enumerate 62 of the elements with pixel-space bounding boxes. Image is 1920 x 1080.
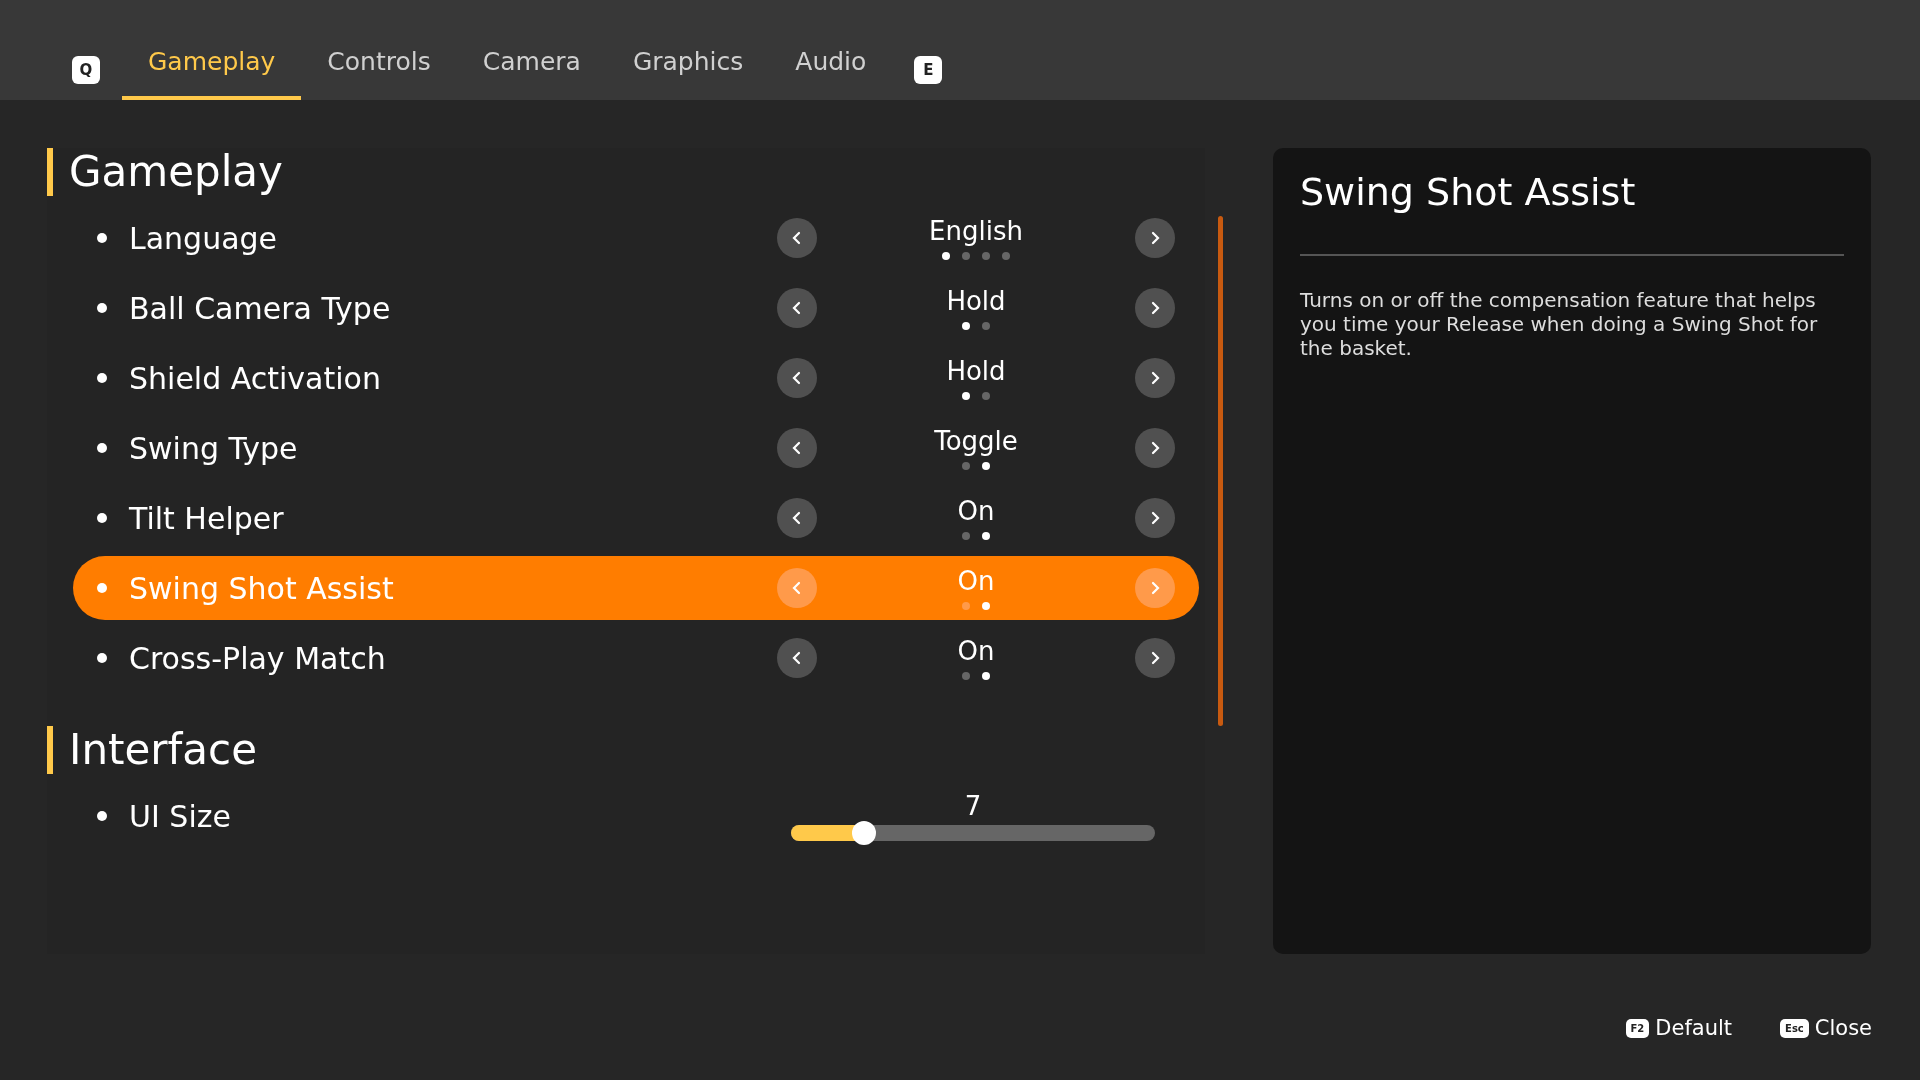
setting-value: On	[957, 496, 995, 526]
next-option-button[interactable]	[1135, 218, 1175, 258]
setting-row[interactable]: Language English	[73, 206, 1199, 270]
action-label: Default	[1655, 1016, 1733, 1040]
section-title: Gameplay	[47, 148, 1205, 196]
bullet-icon	[97, 373, 107, 383]
footer-action[interactable]: Esc Close	[1780, 1016, 1872, 1040]
scrollbar[interactable]	[1218, 216, 1223, 726]
bullet-icon	[97, 811, 107, 821]
key-hint: E	[914, 56, 943, 84]
detail-title: Swing Shot Assist	[1300, 170, 1844, 256]
setting-value: English	[929, 216, 1023, 246]
key-hint: F2	[1625, 1018, 1650, 1038]
bullet-icon	[97, 583, 107, 593]
setting-row[interactable]: Cross-Play Match On	[73, 626, 1199, 690]
previous-option-button[interactable]	[777, 358, 817, 398]
previous-option-button[interactable]	[777, 218, 817, 258]
previous-option-button[interactable]	[777, 288, 817, 328]
bullet-icon	[97, 513, 107, 523]
bullet-icon	[97, 653, 107, 663]
setting-label: Shield Activation	[129, 360, 381, 396]
detail-description: Turns on or off the compensation feature that helps you time your Release when doing a Swing Shot for the basket.	[1300, 288, 1819, 360]
tab[interactable]: Gameplay	[122, 40, 302, 100]
bullet-icon	[97, 303, 107, 313]
tab[interactable]: Controls	[301, 40, 457, 100]
tab[interactable]: Graphics	[606, 40, 770, 100]
next-option-button[interactable]	[1135, 288, 1175, 328]
bullet-icon	[97, 443, 107, 453]
key-hint: Esc	[1780, 1018, 1809, 1038]
footer-action[interactable]: F2 Default	[1625, 1016, 1733, 1040]
tab[interactable]: Camera	[456, 40, 607, 100]
setting-row[interactable]: Swing Type Toggle	[73, 416, 1199, 480]
setting-row[interactable]: Tilt Helper On	[73, 486, 1199, 550]
slider-value: 7	[964, 791, 982, 821]
setting-label: Tilt Helper	[129, 500, 284, 536]
setting-label: Swing Shot Assist	[129, 570, 394, 606]
setting-row[interactable]: Ball Camera Type Hold	[73, 276, 1199, 340]
setting-label: Swing Type	[129, 430, 298, 466]
section-title: Interface	[47, 726, 1205, 774]
key-hint: Q	[72, 56, 100, 84]
previous-option-button[interactable]	[777, 638, 817, 678]
setting-value: Toggle	[934, 426, 1018, 456]
setting-value: On	[957, 636, 995, 666]
setting-value: Hold	[946, 286, 1006, 316]
previous-option-button[interactable]	[777, 498, 817, 538]
setting-label: Language	[129, 220, 278, 256]
next-option-button[interactable]	[1135, 638, 1175, 678]
setting-value: On	[957, 566, 995, 596]
setting-row[interactable]: UI Size 7	[73, 784, 1199, 848]
next-option-button[interactable]	[1135, 358, 1175, 398]
setting-value: Hold	[946, 356, 1006, 386]
bullet-icon	[97, 233, 107, 243]
setting-label: UI Size	[129, 798, 231, 834]
slider-thumb[interactable]	[851, 821, 876, 845]
previous-option-button[interactable]	[777, 428, 817, 468]
setting-row[interactable]: Shield Activation Hold	[73, 346, 1199, 410]
setting-label: Ball Camera Type	[129, 290, 391, 326]
action-label: Close	[1814, 1016, 1872, 1040]
tab[interactable]: Audio	[769, 40, 893, 100]
setting-label: Cross-Play Match	[129, 640, 386, 676]
next-option-button[interactable]	[1135, 428, 1175, 468]
next-option-button[interactable]	[1135, 498, 1175, 538]
